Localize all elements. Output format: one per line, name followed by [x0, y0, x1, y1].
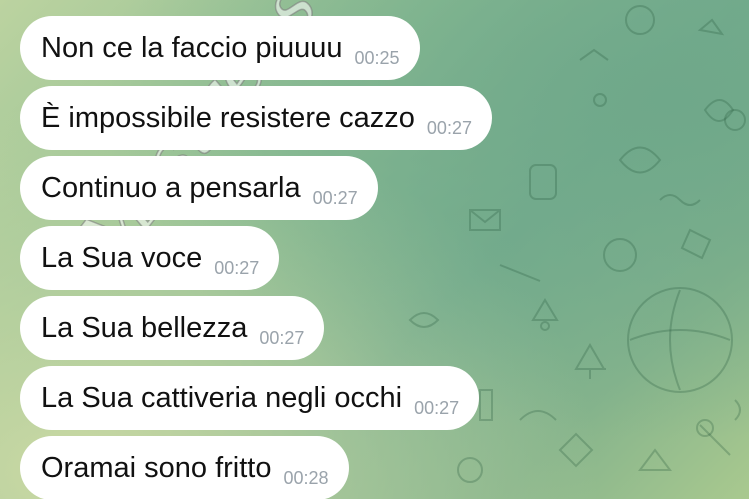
- message-timestamp: 00:27: [426, 117, 472, 138]
- message-bubble[interactable]: La Sua cattiveria negli occhi 00:27: [20, 366, 480, 430]
- message-text: È impossibile resistere cazzo: [41, 101, 415, 134]
- message-text: Non ce la faccio piuuuu: [41, 31, 343, 64]
- message-text: Oramai sono fritto: [41, 451, 272, 484]
- message-bubble[interactable]: Oramai sono fritto 00:28: [20, 436, 349, 499]
- message-bubble[interactable]: È impossibile resistere cazzo 00:27: [20, 86, 492, 150]
- message-text: La Sua bellezza: [41, 311, 248, 344]
- message-timestamp: 00:27: [259, 327, 305, 348]
- message-text: Continuo a pensarla: [41, 171, 301, 204]
- message-bubble[interactable]: Non ce la faccio piuuuu 00:25: [20, 16, 420, 80]
- chat-background: Mistress Charlotte Non ce la faccio piuu…: [0, 0, 749, 499]
- message-bubble[interactable]: Continuo a pensarla 00:27: [20, 156, 378, 220]
- message-timestamp: 00:28: [283, 467, 329, 488]
- message-timestamp: 00:25: [354, 47, 400, 68]
- message-bubble[interactable]: La Sua voce 00:27: [20, 226, 280, 290]
- message-bubble[interactable]: La Sua bellezza 00:27: [20, 296, 325, 360]
- message-timestamp: 00:27: [214, 257, 260, 278]
- message-timestamp: 00:27: [312, 187, 358, 208]
- message-text: La Sua cattiveria negli occhi: [41, 381, 403, 414]
- message-timestamp: 00:27: [414, 397, 460, 418]
- message-text: La Sua voce: [41, 241, 203, 274]
